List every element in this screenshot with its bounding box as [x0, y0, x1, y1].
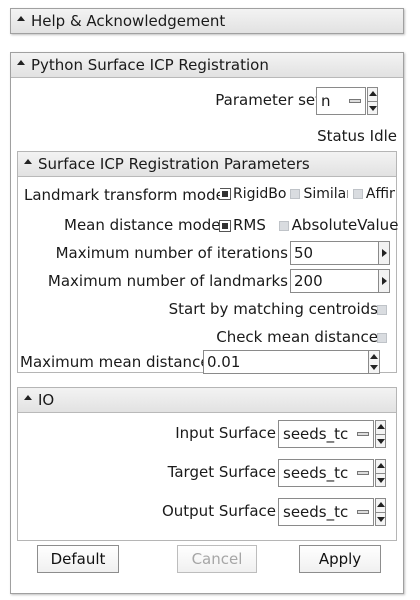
option-menu-indicator-icon — [357, 510, 369, 514]
max-mean-distance-value: 0.01 — [207, 353, 241, 371]
input-surface-value: seeds_tc — [283, 425, 349, 443]
io-section-header[interactable]: IO — [18, 388, 396, 413]
radio-unselected-icon — [352, 189, 363, 199]
radio-similarity-label: Similarity — [303, 186, 348, 202]
main-section-header[interactable]: Python Surface ICP Registration — [11, 53, 403, 78]
option-menu-indicator-icon — [357, 432, 369, 436]
radio-unselected-icon — [278, 221, 289, 231]
max-iterations-label: Maximum number of iterations — [55, 244, 288, 262]
max-landmarks-arrow-button[interactable] — [378, 270, 389, 292]
input-surface-label: Input Surface — [175, 424, 276, 442]
collapse-caret-icon — [24, 159, 32, 164]
spin-down-icon[interactable] — [370, 365, 378, 370]
max-iterations-field[interactable]: 50 — [290, 241, 390, 265]
spin-down-icon[interactable] — [377, 478, 385, 483]
params-section: Surface ICP Registration Parameters Land… — [17, 151, 399, 374]
option-menu-indicator-icon — [357, 471, 369, 475]
target-surface-label: Target Surface — [167, 463, 276, 481]
max-iterations-value: 50 — [294, 244, 314, 262]
radio-rigidbody-label: RigidBody — [233, 186, 286, 202]
radio-affine-label: Affine — [365, 186, 395, 202]
main-section-title: Python Surface ICP Registration — [31, 56, 269, 74]
max-mean-distance-label: Maximum mean distance — [20, 353, 210, 371]
option-menu-indicator-icon — [349, 99, 361, 103]
arrow-right-icon — [382, 249, 387, 257]
cancel-button[interactable]: Cancel — [177, 545, 257, 573]
spin-down-icon[interactable] — [377, 517, 385, 522]
help-section-title: Help & Acknowledgement — [31, 12, 226, 30]
start-centroids-label: Start by matching centroids — [168, 300, 378, 318]
check-mean-checkbox[interactable] — [377, 333, 387, 343]
spin-up-icon[interactable] — [377, 424, 385, 429]
target-surface-spinner[interactable] — [375, 459, 386, 487]
params-section-header[interactable]: Surface ICP Registration Parameters — [18, 152, 396, 177]
input-surface-menu[interactable]: seeds_tc — [278, 420, 374, 448]
output-surface-spinner[interactable] — [375, 498, 386, 526]
collapse-caret-icon — [17, 16, 25, 21]
output-surface-value: seeds_tc — [283, 503, 349, 521]
parameter-set-value: n — [321, 92, 331, 110]
check-mean-label: Check mean distance — [216, 328, 378, 346]
spin-up-icon[interactable] — [377, 502, 385, 507]
landmark-transform-radios: RigidBody Similarity Affine — [220, 186, 396, 202]
max-mean-distance-spinner[interactable] — [369, 350, 380, 374]
radio-absolutevalue-label: AbsoluteValue — [291, 216, 399, 234]
mean-distance-mode-label: Mean distance mode — [64, 216, 221, 234]
max-landmarks-field[interactable]: 200 — [290, 269, 390, 293]
target-surface-menu[interactable]: seeds_tc — [278, 459, 374, 487]
output-surface-menu[interactable]: seeds_tc — [278, 498, 374, 526]
radio-unselected-icon — [290, 189, 301, 199]
max-landmarks-value: 200 — [294, 272, 323, 290]
default-button[interactable]: Default — [37, 545, 119, 573]
radio-selected-icon — [219, 220, 231, 232]
io-section: IO Input Surface seeds_tc Target Surface… — [17, 387, 397, 541]
collapse-caret-icon — [24, 395, 32, 400]
radio-absolutevalue[interactable]: AbsoluteValue — [278, 216, 399, 234]
radio-rms-label: RMS — [233, 216, 266, 234]
radio-rigidbody[interactable]: RigidBody — [220, 186, 286, 202]
spin-down-icon[interactable] — [369, 106, 377, 111]
spin-down-icon[interactable] — [377, 439, 385, 444]
output-surface-label: Output Surface — [161, 502, 276, 520]
spinner-divider — [376, 434, 385, 435]
apply-button[interactable]: Apply — [299, 545, 381, 573]
max-mean-distance-field[interactable]: 0.01 — [203, 350, 369, 374]
radio-similarity[interactable]: Similarity — [290, 186, 348, 202]
parameter-set-spinner[interactable] — [367, 87, 378, 115]
target-surface-value: seeds_tc — [283, 464, 349, 482]
spinner-divider — [368, 101, 377, 102]
spinner-divider — [376, 512, 385, 513]
landmark-transform-label: Landmark transform mode — [24, 186, 225, 204]
main-section: Python Surface ICP Registration Paramete… — [10, 52, 404, 594]
spin-up-icon[interactable] — [369, 91, 377, 96]
radio-rms[interactable]: RMS — [219, 216, 266, 234]
max-landmarks-label: Maximum number of landmarks — [47, 272, 288, 290]
mean-distance-radios: RMS AbsoluteValue — [219, 216, 399, 234]
input-surface-spinner[interactable] — [375, 420, 386, 448]
max-iterations-arrow-button[interactable] — [378, 242, 389, 264]
arrow-right-icon — [382, 277, 387, 285]
spin-up-icon[interactable] — [370, 354, 378, 359]
help-section: Help & Acknowledgement — [10, 8, 404, 34]
parameter-set-menu[interactable]: n — [316, 87, 366, 115]
io-section-title: IO — [38, 391, 55, 409]
radio-selected-icon — [220, 188, 231, 200]
params-section-title: Surface ICP Registration Parameters — [38, 155, 310, 173]
spinner-divider — [376, 473, 385, 474]
collapse-caret-icon — [17, 60, 25, 65]
help-section-header[interactable]: Help & Acknowledgement — [11, 9, 403, 33]
parameter-set-label: Parameter set — [215, 91, 321, 109]
spin-up-icon[interactable] — [377, 463, 385, 468]
status-text: Status Idle — [317, 127, 397, 145]
start-centroids-checkbox[interactable] — [377, 305, 387, 315]
radio-affine[interactable]: Affine — [352, 186, 395, 202]
